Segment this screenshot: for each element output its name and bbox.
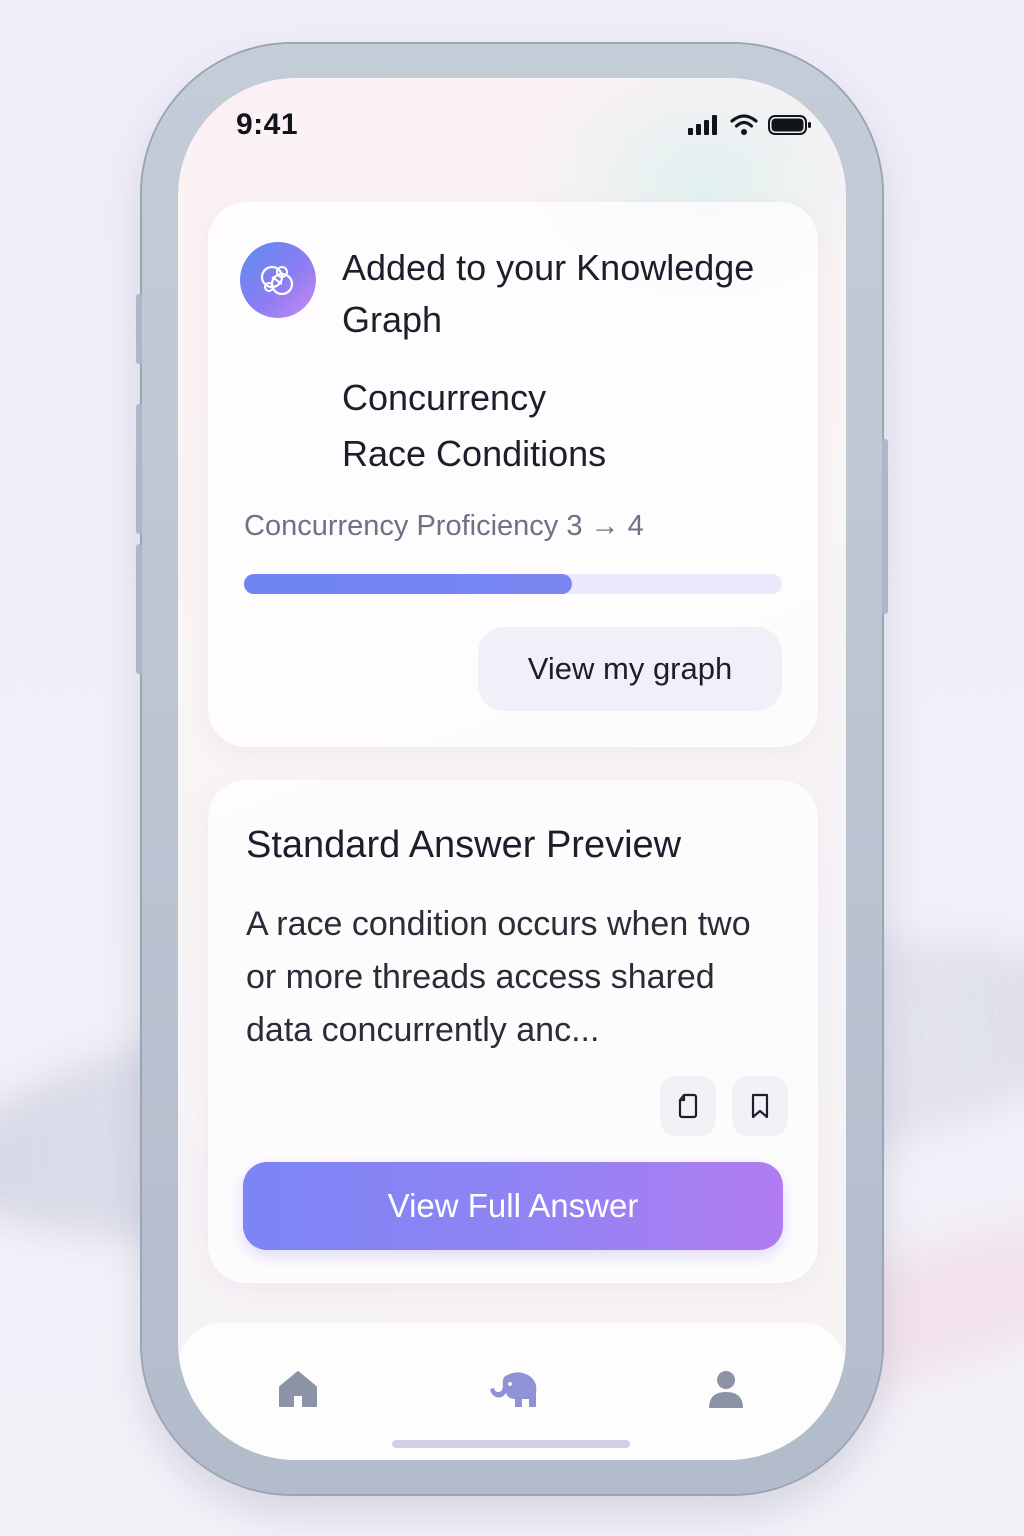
cellular-signal-icon [688, 115, 717, 135]
view-full-answer-button[interactable]: View Full Answer [243, 1162, 783, 1250]
answer-preview-text: A race condition occurs when two or more… [246, 905, 751, 1049]
bookmark-button[interactable] [732, 1076, 788, 1136]
status-icons [688, 114, 812, 136]
status-time: 9:41 [236, 108, 299, 141]
home-icon [279, 1371, 317, 1407]
elephant-icon [490, 1372, 537, 1407]
answer-preview-card: Standard Answer Preview A race condition… [208, 780, 818, 1283]
tab-elephant[interactable] [482, 1361, 548, 1417]
volume-down-button [136, 544, 142, 674]
battery-icon [768, 115, 811, 135]
power-button [882, 439, 888, 614]
home-indicator [392, 1440, 630, 1448]
tab-profile[interactable] [698, 1361, 754, 1417]
topic-race-conditions: Race Conditions [342, 433, 607, 474]
wifi-icon [730, 114, 758, 135]
phone-frame: 9:41 Added to your Knowledge Graph Concu… [136, 44, 888, 1494]
view-my-graph-button[interactable]: View my graph [478, 627, 782, 711]
proficiency-progress-fill [244, 574, 573, 594]
tab-bar [178, 1323, 846, 1460]
knowledge-graph-icon [240, 242, 316, 318]
volume-up-button [136, 404, 142, 534]
answer-preview-title: Standard Answer Preview [246, 824, 682, 866]
phone-screen: 9:41 Added to your Knowledge Graph Concu… [178, 78, 846, 1460]
bookmark-icon [751, 1093, 769, 1119]
proficiency-progress-track [244, 574, 782, 594]
copy-icon [678, 1093, 698, 1119]
knowledge-graph-title: Added to your Knowledge Graph [342, 247, 755, 340]
proficiency-label: Concurrency Proficiency 3 → 4 [244, 510, 644, 542]
profile-icon [709, 1371, 743, 1408]
mute-switch [136, 294, 142, 364]
copy-button[interactable] [660, 1076, 716, 1136]
tab-home[interactable] [270, 1361, 326, 1417]
topic-concurrency: Concurrency [342, 377, 547, 418]
knowledge-graph-card: Added to your Knowledge Graph Concurrenc… [208, 202, 818, 747]
